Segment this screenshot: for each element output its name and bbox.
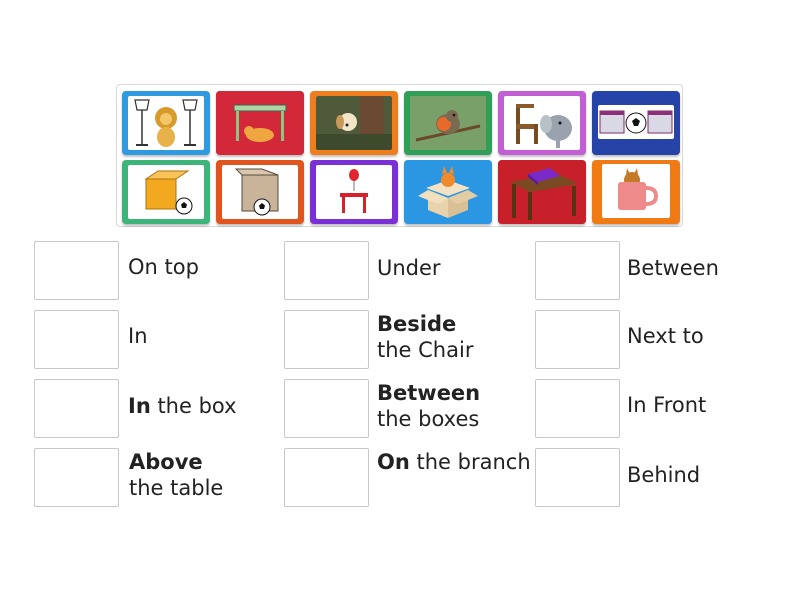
ball-between-boxes-icon — [599, 110, 673, 134]
label-next-to: Next to — [627, 324, 704, 348]
label-in: In — [128, 324, 148, 348]
cat-in-mug-card[interactable] — [592, 160, 680, 224]
bird-on-branch-icon — [410, 96, 486, 150]
label-above-the-table: Above the table — [129, 450, 224, 500]
dog-behind-tree-card[interactable] — [310, 91, 398, 155]
ball-beside-box-icon — [144, 170, 193, 215]
ball-in-front-of-box-icon — [234, 168, 279, 216]
answer-slot-11[interactable] — [284, 448, 369, 507]
answer-slot-3[interactable] — [535, 241, 620, 300]
answer-slot-10[interactable] — [34, 448, 119, 507]
fox-in-box-icon — [418, 166, 478, 218]
dog-behind-tree-icon — [316, 96, 392, 150]
label-between: Between — [627, 256, 719, 280]
balloon-above-table-card[interactable] — [310, 160, 398, 224]
answer-slot-9[interactable] — [535, 379, 620, 438]
answer-slot-8[interactable] — [284, 379, 369, 438]
ball-in-front-of-box-card[interactable] — [216, 160, 304, 224]
lion-between-lamps-card[interactable] — [122, 91, 210, 155]
label-in-the-box: In the box — [128, 394, 237, 418]
answer-slot-6[interactable] — [535, 310, 620, 369]
image-card-tray — [116, 84, 683, 227]
label-on-top: On top — [128, 255, 199, 279]
chair-next-to-elephant-card[interactable] — [498, 91, 586, 155]
answer-slot-5[interactable] — [284, 310, 369, 369]
label-on-the-branch: On the branch — [377, 450, 531, 474]
label-between-the-boxes: Between the boxes — [377, 381, 481, 431]
answer-slot-4[interactable] — [34, 310, 119, 369]
cat-in-mug-icon — [618, 168, 659, 210]
label-beside-the-chair: Beside the Chair — [377, 312, 474, 362]
book-on-table-icon — [510, 168, 578, 220]
answer-slot-7[interactable] — [34, 379, 119, 438]
fox-in-box-card[interactable] — [404, 160, 492, 224]
answer-slot-1[interactable] — [34, 241, 119, 300]
label-under: Under — [377, 256, 441, 280]
bird-on-branch-card[interactable] — [404, 91, 492, 155]
dog-under-table-icon — [233, 104, 287, 142]
lion-between-lamps-icon — [134, 99, 198, 147]
balloon-above-table-icon — [340, 169, 368, 213]
dog-under-table-card[interactable] — [216, 91, 304, 155]
ball-beside-box-card[interactable] — [122, 160, 210, 224]
ball-between-boxes-card[interactable] — [592, 91, 680, 155]
chair-next-to-elephant-icon — [516, 104, 572, 148]
label-in-front: In Front — [627, 393, 707, 417]
answer-slot-12[interactable] — [535, 448, 620, 507]
book-on-table-card[interactable] — [498, 160, 586, 224]
label-behind: Behind — [627, 463, 701, 487]
answer-slot-2[interactable] — [284, 241, 369, 300]
